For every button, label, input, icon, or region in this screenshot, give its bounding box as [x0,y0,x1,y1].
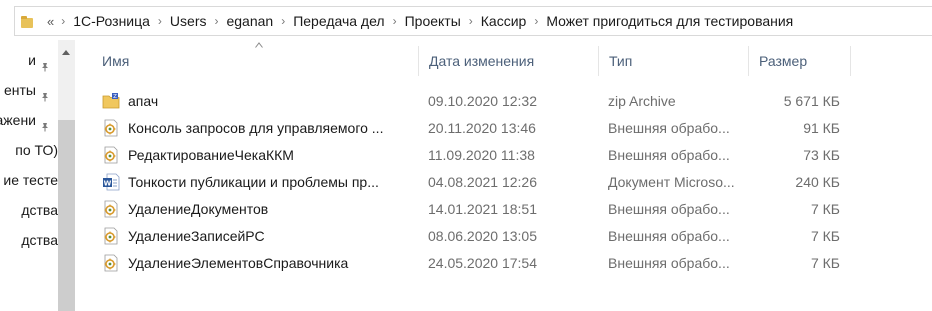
external-processing-icon [102,227,120,245]
file-row[interactable]: УдалениеДокументов 14.01.2021 18:51 Внешня… [92,196,852,222]
chevron-right-icon[interactable]: › [390,14,400,28]
nav-item-label: енты [4,82,36,98]
chevron-right-icon[interactable]: › [211,14,221,28]
breadcrumb-list: › 1С-Розница › Users › eganan › Передача дел › Пр… [58,13,798,29]
navigation-pane: и енты ажени по ТО) ие тесте дства дства [0,40,58,311]
pin-icon [40,55,50,72]
file-type: Внешняя обрабо... [608,255,730,271]
nav-item-label: по ТО) [15,142,58,158]
column-header: Имя Дата изменения Тип Размер [92,46,852,76]
file-row[interactable]: УдалениеЗаписейРС 08.06.2020 13:05 Внешняя… [92,223,852,249]
column-header-type[interactable]: Тип [599,46,749,76]
folder-icon [21,15,35,28]
file-name: РедактированиеЧекаККМ [128,147,294,163]
file-type: Документ Microso... [608,174,735,190]
file-name: УдалениеЭлементовСправочника [128,255,349,271]
breadcrumb-item[interactable]: Передача дел [288,13,389,29]
chevron-right-icon[interactable]: › [278,14,288,28]
word-document-icon: W [102,173,120,191]
navigation-pane-scrollbar[interactable] [58,40,75,311]
scrollbar-thumb[interactable] [58,120,75,311]
column-header-date[interactable]: Дата изменения [419,46,599,76]
breadcrumb-overflow-button[interactable]: « [47,14,54,29]
nav-item[interactable]: дства [0,228,58,252]
breadcrumb-item[interactable]: eganan [221,13,278,29]
pin-icon [40,85,50,102]
breadcrumb[interactable]: « › 1С-Розница › Users › eganan › Передача дел ›… [14,6,932,36]
external-processing-icon [102,254,120,272]
nav-item-label: и [28,52,36,68]
breadcrumb-item[interactable]: Кассир [476,13,532,29]
file-row[interactable]: УдалениеЭлементовСправочника 24.05.2020 1… [92,250,852,276]
nav-item[interactable]: енты [0,78,58,102]
address-bar[interactable]: « › 1С-Розница › Users › eganan › Передача дел ›… [0,0,932,41]
file-size: 91 КБ [803,120,840,136]
svg-text:Z: Z [113,94,117,100]
zip-archive-icon: Z [102,92,120,110]
file-row[interactable]: Консоль запросов для управляемого ... 20.… [92,115,852,141]
file-name: УдалениеДокументов [128,201,269,217]
chevron-right-icon[interactable]: › [531,14,541,28]
file-size: 73 КБ [803,147,840,163]
file-name: Консоль запросов для управляемого ... [128,120,384,136]
external-processing-icon [102,200,120,218]
file-row[interactable]: Zапач 09.10.2020 12:32 zip Archive 5 671 КБ [92,88,852,114]
chevron-right-icon[interactable]: › [58,14,68,28]
file-type: Внешняя обрабо... [608,120,730,136]
file-type: zip Archive [608,93,676,109]
column-header-size[interactable]: Размер [749,46,851,76]
nav-item[interactable]: дства [0,198,58,222]
chevron-right-icon[interactable]: › [466,14,476,28]
nav-item[interactable]: по ТО) [0,138,58,162]
file-date: 11.09.2020 11:38 [428,147,535,163]
nav-item-label: дства [21,202,58,218]
file-name: УдалениеЗаписейРС [128,228,265,244]
file-size: 5 671 КБ [783,93,840,109]
file-date: 14.01.2021 18:51 [428,201,537,217]
column-header-name[interactable]: Имя [92,46,419,76]
nav-item-label: дства [21,232,58,248]
file-date: 09.10.2020 12:32 [428,93,537,109]
breadcrumb-item[interactable]: Проекты [400,13,466,29]
file-row[interactable]: РедактированиеЧекаККМ 11.09.2020 11:38 Вне… [92,142,852,168]
nav-item[interactable]: и [0,48,58,72]
pin-icon [40,115,50,132]
external-processing-icon [102,119,120,137]
file-name: апач [128,93,159,109]
file-date: 24.05.2020 17:54 [428,255,537,271]
breadcrumb-item[interactable]: Users [165,13,212,29]
file-size: 7 КБ [810,228,840,244]
nav-item[interactable]: ие тесте [0,168,58,192]
file-size: 240 КБ [795,174,840,190]
svg-text:W: W [104,180,112,188]
file-size: 7 КБ [810,255,840,271]
file-size: 7 КБ [810,201,840,217]
chevron-right-icon[interactable]: › [155,14,165,28]
file-type: Внешняя обрабо... [608,147,730,163]
file-date: 04.08.2021 12:26 [428,174,537,190]
nav-item-label: ие тесте [3,172,58,188]
external-processing-icon [102,146,120,164]
breadcrumb-item[interactable]: Может пригодиться для тестирования [541,13,798,29]
file-name: Тонкости публикации и проблемы пр... [128,174,379,190]
file-type: Внешняя обрабо... [608,228,730,244]
scroll-up-icon[interactable] [62,50,70,55]
file-row[interactable]: W Тонкости публикации и проблемы пр... 04.… [92,169,852,195]
file-type: Внешняя обрабо... [608,201,730,217]
nav-item-label: ажени [0,112,36,128]
breadcrumb-item[interactable]: 1С-Розница [68,13,155,29]
file-date: 20.11.2020 13:46 [428,120,536,136]
nav-item[interactable]: ажени [0,108,58,132]
file-date: 08.06.2020 13:05 [428,228,537,244]
